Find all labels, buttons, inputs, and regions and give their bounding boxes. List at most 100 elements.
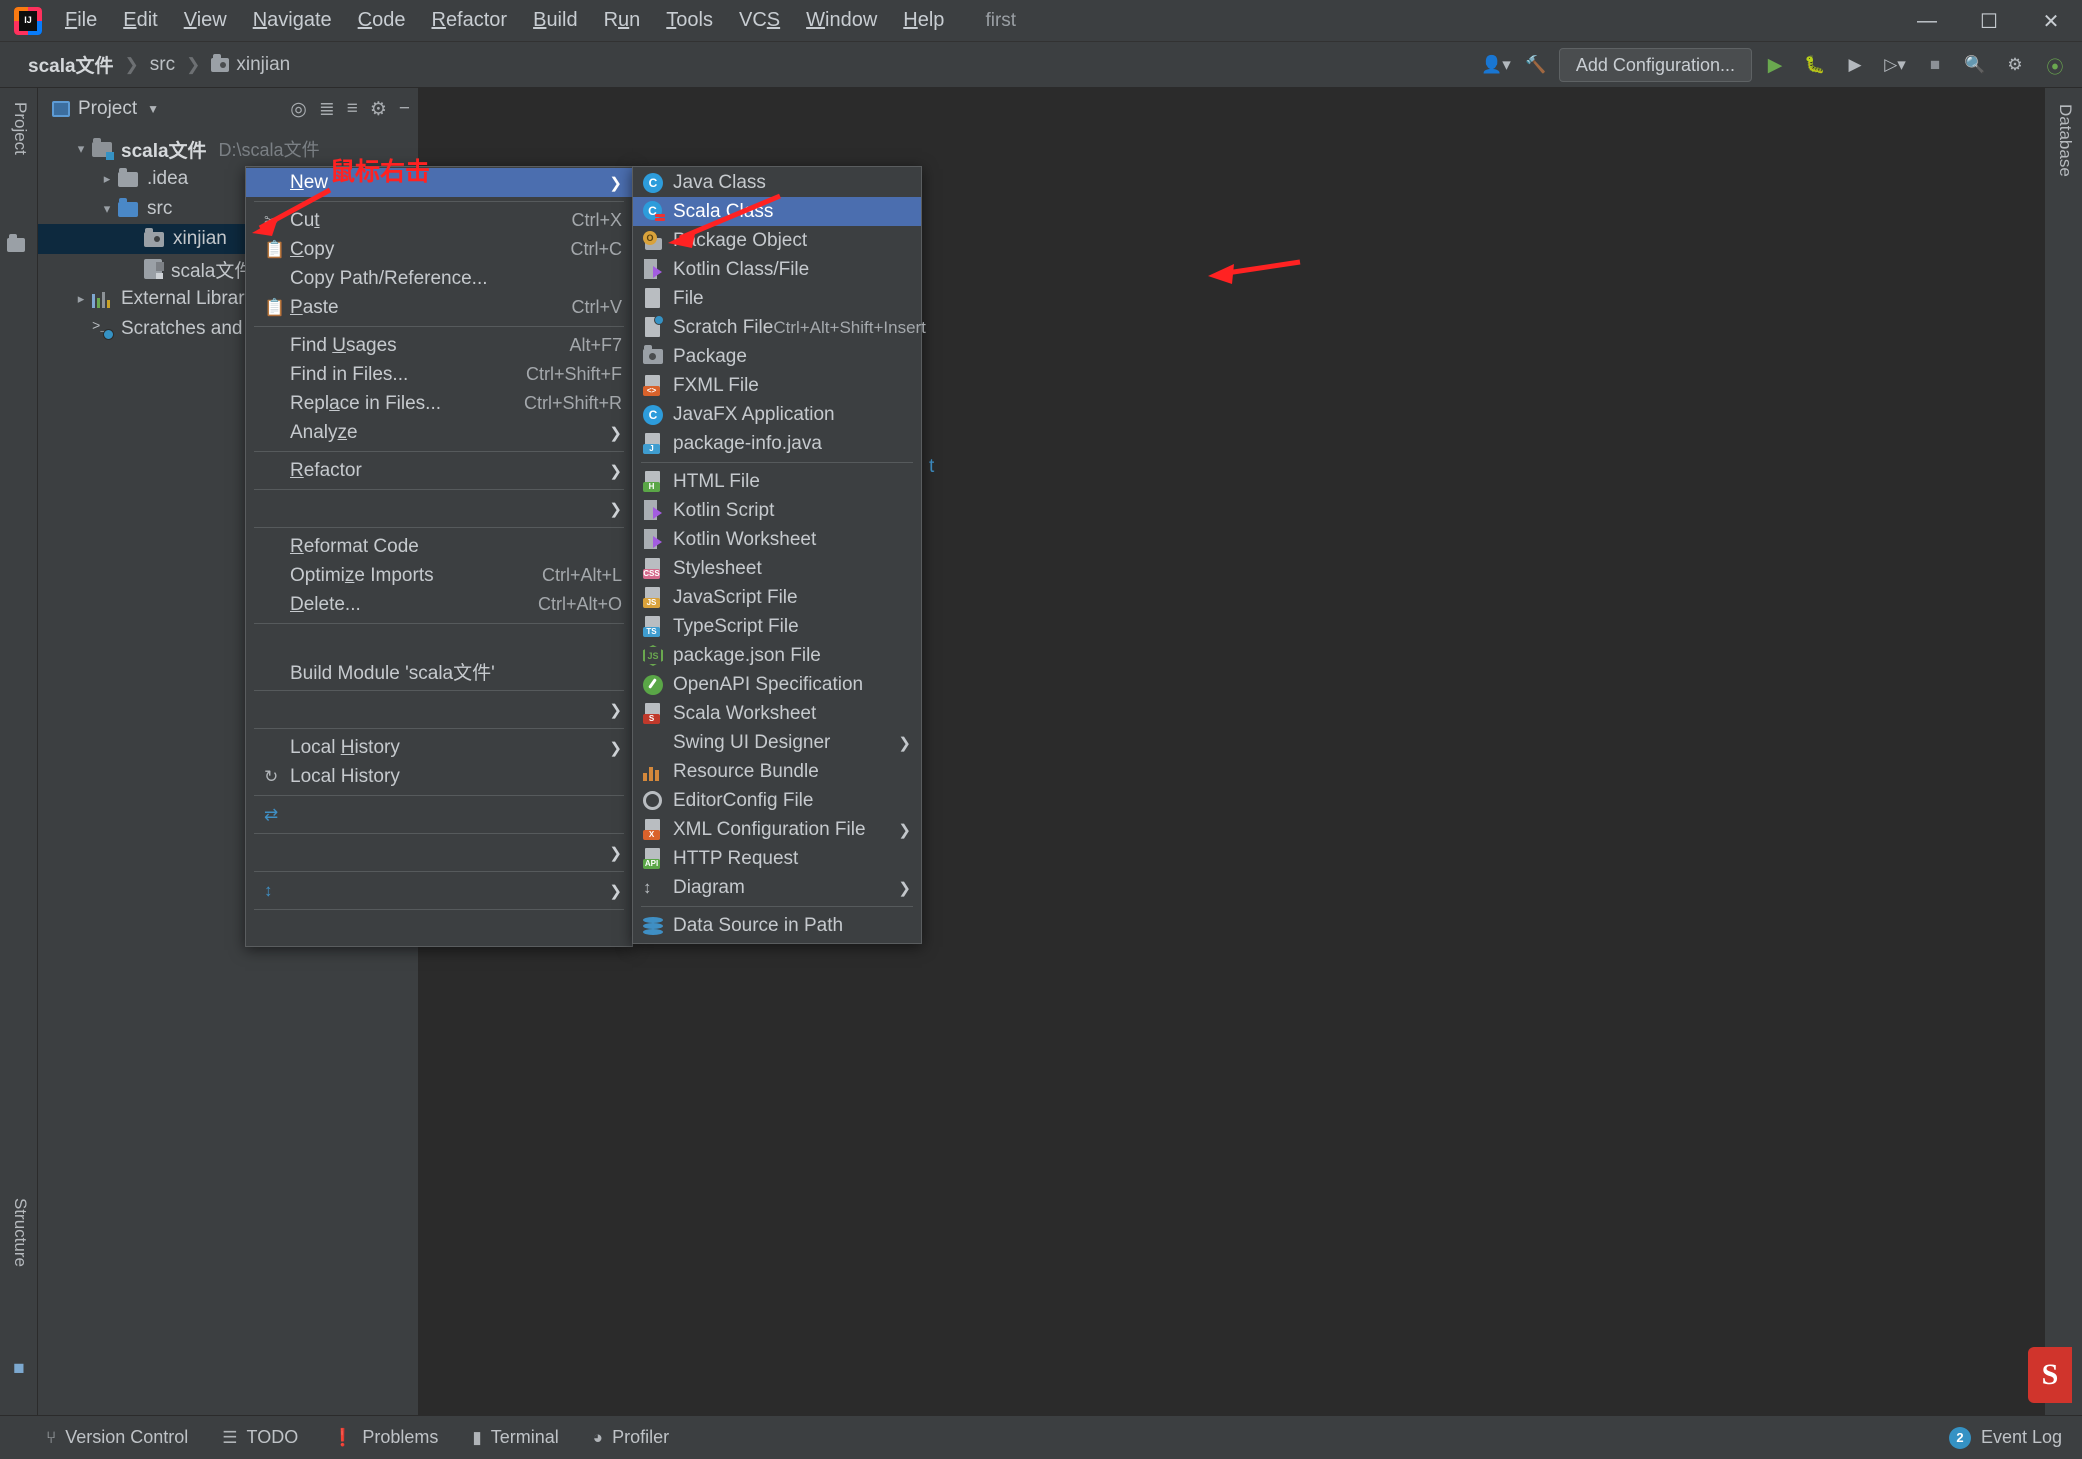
submenu-item-resource-bundle[interactable]: Resource Bundle [633, 757, 921, 786]
submenu-item-fxml-file[interactable]: <> FXML File [633, 371, 921, 400]
submenu-item-package-object[interactable]: O Package Object [633, 226, 921, 255]
menu-item-paste[interactable]: 📋 Paste Ctrl+V [246, 293, 632, 322]
menu-item-reload-from-disk[interactable]: ↻ Local History [246, 762, 632, 791]
menu-item-compare-with[interactable]: ⇄ [246, 800, 632, 829]
stop-icon[interactable]: ■ [1918, 48, 1952, 82]
submenu-item-scratch-file[interactable]: Scratch File Ctrl+Alt+Shift+Insert [633, 313, 926, 342]
hide-icon[interactable]: − [399, 98, 410, 120]
menu-item-open-in[interactable]: ❯ [246, 695, 632, 724]
menu-item-copy[interactable]: 📋 Copy Ctrl+C [246, 235, 632, 264]
menu-refactor[interactable]: Refactor [418, 5, 520, 36]
menu-tools[interactable]: Tools [653, 5, 726, 36]
profiler-icon[interactable]: ▷▾ [1878, 48, 1912, 82]
submenu-item-package-json-file[interactable]: JS package.json File [633, 641, 921, 670]
chevron-down-icon[interactable]: ▼ [147, 102, 159, 116]
menu-help[interactable]: Help [890, 5, 957, 36]
add-configuration-button[interactable]: Add Configuration... [1558, 48, 1752, 82]
updates-icon[interactable]: ⦿ [2038, 48, 2072, 82]
menu-vcs[interactable]: VCS [726, 5, 793, 36]
submenu-item-data-source-in-path[interactable]: Data Source in Path [633, 911, 921, 940]
bottom-item-todo[interactable]: ☰ TODO [222, 1427, 298, 1448]
maximize-button[interactable]: ☐ [1958, 0, 2020, 42]
menu-item-find-usages[interactable]: Find Usages Alt+F7 [246, 331, 632, 360]
profile-icon[interactable]: 👤▾ [1479, 48, 1513, 82]
menu-item-build-module[interactable] [246, 628, 632, 657]
submenu-item-java-class[interactable]: C Java Class [633, 168, 921, 197]
search-icon[interactable]: 🔍 [1958, 48, 1992, 82]
menu-item-cut[interactable]: ✂ Cut Ctrl+X [246, 206, 632, 235]
submenu-item-kotlin-script[interactable]: Kotlin Script [633, 496, 921, 525]
menu-item-new[interactable]: New ❯ [246, 168, 632, 197]
run-icon[interactable]: ▶ [1758, 48, 1792, 82]
breadcrumb-project[interactable]: scala文件 [24, 49, 118, 80]
menu-edit[interactable]: Edit [110, 5, 170, 36]
menu-file[interactable]: FFileile [52, 5, 110, 36]
coverage-icon[interactable]: ▶ [1838, 48, 1872, 82]
submenu-item-diagram[interactable]: ↕ Diagram ❯ [633, 873, 921, 902]
submenu-item-typescript-file[interactable]: TS TypeScript File [633, 612, 921, 641]
chevron-down-icon[interactable]: ▾ [96, 201, 118, 217]
new-submenu[interactable]: C Java Class C Scala Class O Package Obj… [632, 166, 926, 944]
bottom-item-terminal[interactable]: ▮ Terminal [472, 1427, 558, 1448]
menu-navigate[interactable]: Navigate [240, 5, 345, 36]
locate-icon[interactable]: ◎ [290, 98, 307, 121]
menu-item-diagrams[interactable]: ↕ ❯ [246, 876, 632, 905]
context-menu[interactable]: New ❯ ✂ Cut Ctrl+X 📋 Copy Ctrl+C Copy Pa… [245, 166, 633, 947]
menu-window[interactable]: Window [793, 5, 890, 36]
debug-icon[interactable]: 🐛 [1798, 48, 1832, 82]
submenu-item-xml-configuration-file[interactable]: X XML Configuration File ❯ [633, 815, 921, 844]
submenu-item-kotlin-worksheet[interactable]: Kotlin Worksheet [633, 525, 921, 554]
submenu-item-package[interactable]: Package [633, 342, 921, 371]
chevron-down-icon[interactable]: ▾ [70, 141, 92, 157]
minimize-button[interactable]: — [1896, 0, 1958, 42]
gear-icon[interactable]: ⚙ [1998, 48, 2032, 82]
event-log-area[interactable]: 2 Event Log [1948, 1426, 2062, 1449]
submenu-item-kotlin-class-file[interactable]: Kotlin Class/File [633, 255, 921, 284]
breadcrumb-src[interactable]: src [146, 52, 179, 78]
menu-build[interactable]: Build [520, 5, 590, 36]
menu-item-reformat-code[interactable]: Reformat Code [246, 532, 632, 561]
hammer-icon[interactable]: 🔨 [1519, 48, 1553, 82]
menu-item-copy-path-reference[interactable]: Copy Path/Reference... [246, 264, 632, 293]
bottom-item-problems[interactable]: ❗ Problems [332, 1427, 438, 1448]
submenu-item-swing-ui-designer[interactable]: Swing UI Designer ❯ [633, 728, 921, 757]
submenu-item-http-request[interactable]: API HTTP Request [633, 844, 921, 873]
submenu-item-html-file[interactable]: H HTML File [633, 467, 921, 496]
sidebar-item-project[interactable]: Project [10, 102, 30, 155]
breadcrumb-xinjian[interactable]: xinjian [207, 52, 294, 78]
chevron-right-icon[interactable]: ▸ [70, 291, 92, 307]
sidebar-item-database[interactable]: Database [2055, 104, 2075, 177]
menu-item-find-in-files[interactable]: Find in Files... Ctrl+Shift+F [246, 360, 632, 389]
submenu-item-scala-worksheet[interactable]: S Scala Worksheet [633, 699, 921, 728]
sidebar-item-structure[interactable]: Structure [10, 1198, 30, 1267]
menu-item-rebuild[interactable]: Build Module 'scala文件' [246, 657, 632, 686]
menu-item-delete[interactable]: Delete... Ctrl+Alt+O [246, 590, 632, 619]
gear-icon[interactable]: ⚙ [370, 98, 387, 121]
menu-item-refactor[interactable]: Refactor ❯ [246, 456, 632, 485]
submenu-item-file[interactable]: File [633, 284, 921, 313]
close-button[interactable]: ✕ [2020, 0, 2082, 42]
submenu-item-scala-class[interactable]: C Scala Class [633, 197, 921, 226]
bottom-item-version-control[interactable]: ⑂ Version Control [46, 1427, 188, 1448]
menu-code[interactable]: Code [345, 5, 419, 36]
menu-item-convert-java-to-kotlin[interactable] [246, 914, 632, 943]
submenu-item-javascript-file[interactable]: JS JavaScript File [633, 583, 921, 612]
submenu-item-openapi-specification[interactable]: OpenAPI Specification [633, 670, 921, 699]
menu-item-mark-directory-as[interactable]: ❯ [246, 838, 632, 867]
bottom-item-profiler[interactable]: ◕ Profiler [593, 1427, 669, 1448]
collapse-all-icon[interactable]: ≡ [347, 98, 358, 120]
menu-run[interactable]: Run [591, 5, 654, 36]
submenu-item-javafx-application[interactable]: C JavaFX Application [633, 400, 921, 429]
menu-shortcut: Ctrl+C [570, 239, 622, 259]
menu-view[interactable]: View [171, 5, 240, 36]
menu-item-local-history[interactable]: Local History ❯ [246, 733, 632, 762]
submenu-item-stylesheet[interactable]: CSS Stylesheet [633, 554, 921, 583]
menu-item-replace-in-files[interactable]: Replace in Files... Ctrl+Shift+R [246, 389, 632, 418]
chevron-right-icon[interactable]: ▸ [96, 171, 118, 187]
menu-item-bookmarks[interactable]: ❯ [246, 494, 632, 523]
submenu-item-package-info-java[interactable]: J package-info.java [633, 429, 921, 458]
submenu-item-editorconfig-file[interactable]: EditorConfig File [633, 786, 921, 815]
expand-all-icon[interactable]: ≣ [319, 98, 335, 121]
menu-item-optimize-imports[interactable]: Optimize Imports Ctrl+Alt+L [246, 561, 632, 590]
menu-item-analyze[interactable]: Analyze ❯ [246, 418, 632, 447]
